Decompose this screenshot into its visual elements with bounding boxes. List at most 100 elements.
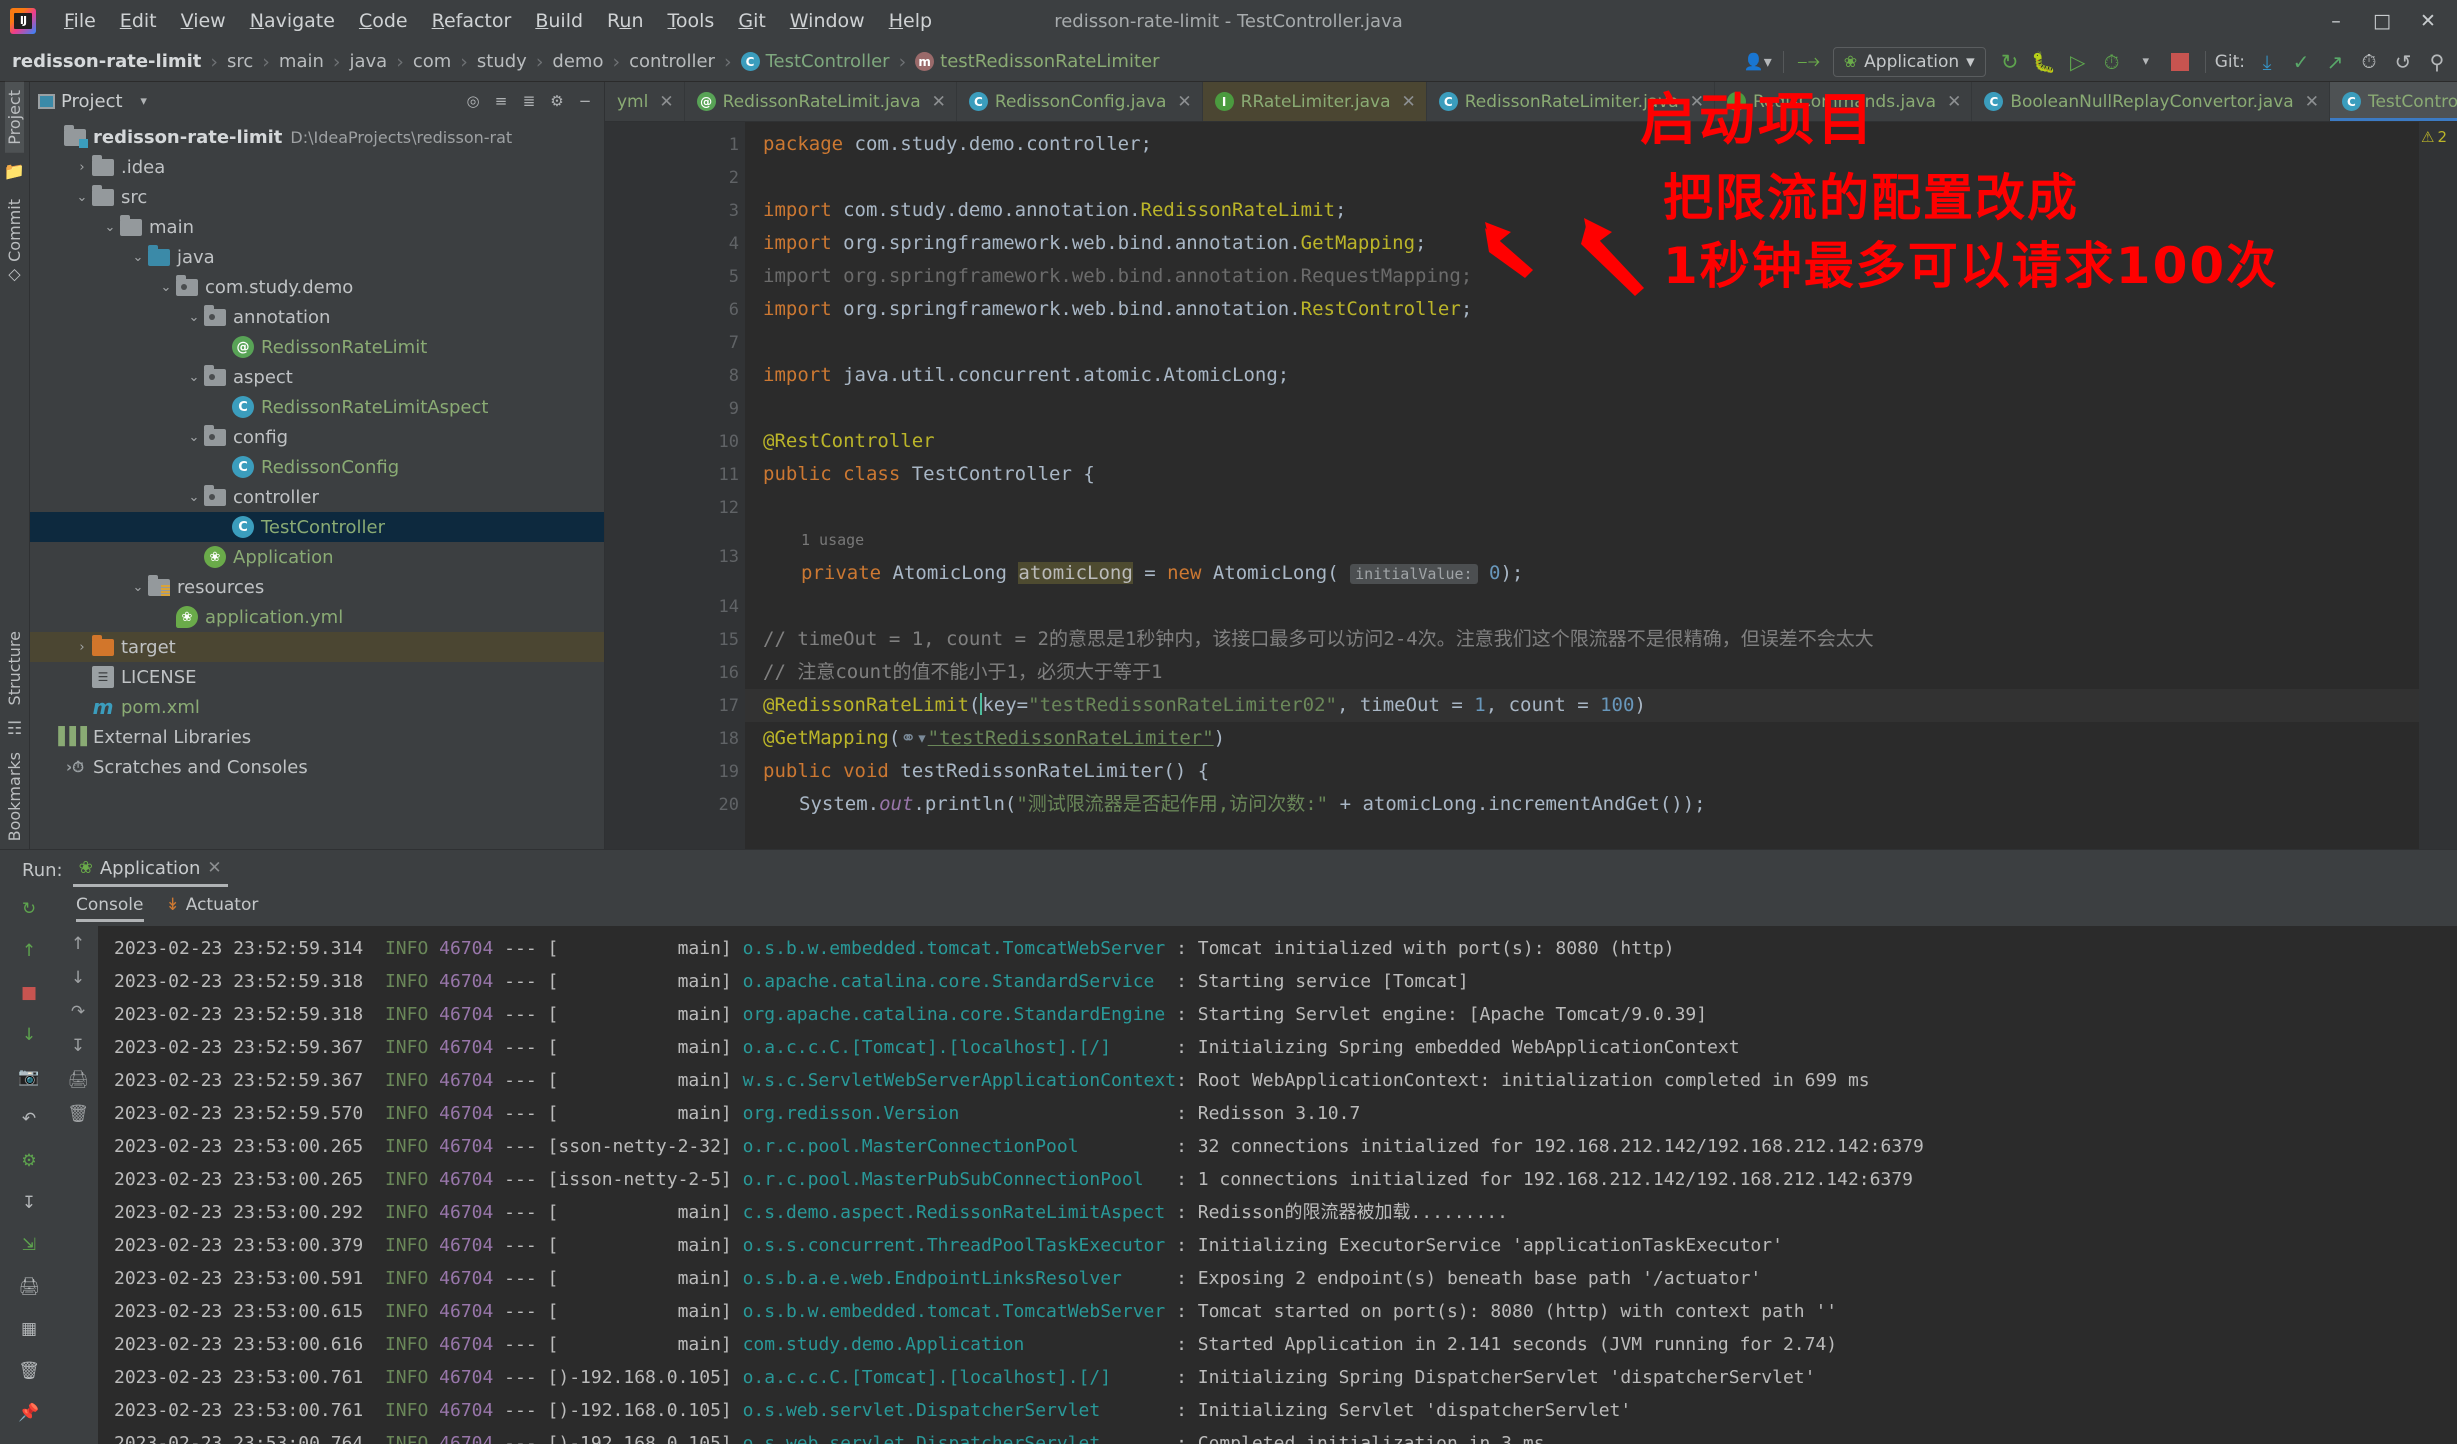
- tree-node-license[interactable]: ☰ LICENSE: [30, 662, 604, 692]
- code-line-4[interactable]: import org.springframework.web.bind.anno…: [745, 227, 2419, 260]
- menu-window[interactable]: Window: [778, 6, 877, 36]
- chevron-right-icon[interactable]: ›: [72, 160, 92, 175]
- breadcrumb-item-controller[interactable]: controller: [629, 51, 715, 72]
- hide-panel-icon[interactable]: −: [574, 90, 596, 112]
- expand-all-icon[interactable]: ≣: [518, 90, 540, 112]
- menu-tools[interactable]: Tools: [656, 6, 727, 36]
- pin-icon[interactable]: 📌: [12, 1398, 46, 1428]
- gutter-line-14[interactable]: 14: [605, 590, 745, 623]
- git-update-icon[interactable]: ⤓: [2251, 47, 2283, 77]
- tree-node-redissonratelimitaspect[interactable]: C RedissonRateLimitAspect: [30, 392, 604, 422]
- breadcrumb-item-class[interactable]: C TestController: [740, 51, 890, 72]
- chevron-down-icon[interactable]: ⌄: [72, 190, 92, 205]
- gutter-line-19[interactable]: 19❀●: [605, 755, 774, 788]
- breadcrumb-item-com[interactable]: com: [413, 51, 451, 72]
- menu-build[interactable]: Build: [523, 6, 595, 36]
- code-line-14[interactable]: [745, 590, 2419, 623]
- tree-node-java[interactable]: ⌄ java: [30, 242, 604, 272]
- tree-node-scratches-and-consoles[interactable]: ›⏱ Scratches and Consoles: [30, 752, 604, 782]
- code-line-10[interactable]: @RestController: [745, 425, 2419, 458]
- scroll-down-arrow-icon[interactable]: ↓: [71, 968, 85, 988]
- tool-window-project[interactable]: Project: [5, 82, 24, 153]
- tree-node-target[interactable]: › target: [30, 632, 604, 662]
- profiler-icon[interactable]: ⏱: [2096, 47, 2128, 77]
- code-line-6[interactable]: import org.springframework.web.bind.anno…: [745, 293, 2419, 326]
- gutter-line-20[interactable]: 20: [605, 788, 745, 821]
- tree-node-com-study-demo[interactable]: ⌄ com.study.demo: [30, 272, 604, 302]
- chevron-down-icon[interactable]: ⌄: [184, 430, 204, 445]
- menu-help[interactable]: Help: [877, 6, 944, 36]
- editor-tab-booleannullreplayconvertor-java[interactable]: C BooleanNullReplayConvertor.java ✕: [1972, 82, 2330, 121]
- maximize-button[interactable]: □: [2359, 0, 2405, 42]
- tree-node-annotation[interactable]: ⌄ annotation: [30, 302, 604, 332]
- user-accounts-icon[interactable]: 👤▾: [1742, 47, 1774, 77]
- run-configuration-selector[interactable]: ❀ Application ▾: [1832, 46, 1986, 77]
- tool-window-structure[interactable]: Structure: [5, 623, 24, 713]
- code-line-20[interactable]: System.out.println("测试限流器是否起作用,访问次数:" + …: [745, 788, 2419, 821]
- stop-button[interactable]: [2164, 47, 2196, 77]
- close-icon[interactable]: ✕: [1177, 92, 1191, 112]
- git-commit-icon[interactable]: ✓: [2285, 47, 2317, 77]
- code-line-3[interactable]: import com.study.demo.annotation.Redisso…: [745, 194, 2419, 227]
- tree-node-application[interactable]: ❀ Application: [30, 542, 604, 572]
- git-rollback-icon[interactable]: ↺: [2387, 47, 2419, 77]
- code-line-17[interactable]: @RedissonRateLimit(key="testRedissonRate…: [745, 689, 2419, 722]
- tab-actuator[interactable]: ↡ Actuator: [166, 895, 259, 922]
- tree-node-controller[interactable]: ⌄ controller: [30, 482, 604, 512]
- gutter-line-1[interactable]: 1: [605, 128, 745, 161]
- chevron-down-icon[interactable]: ⌄: [184, 490, 204, 505]
- menu-edit[interactable]: Edit: [108, 6, 169, 36]
- gutter-line-5[interactable]: 5: [605, 260, 745, 293]
- chevron-down-icon[interactable]: ⌄: [100, 220, 120, 235]
- breadcrumb-item-demo[interactable]: demo: [552, 51, 603, 72]
- tree-node-redisson-rate-limit[interactable]: redisson-rate-limit D:\IdeaProjects\redis…: [30, 122, 604, 152]
- close-icon[interactable]: ✕: [2305, 92, 2319, 112]
- gutter-line-12[interactable]: 12: [605, 491, 745, 524]
- gutter-line-17[interactable]: 17⊟: [605, 689, 769, 722]
- menu-file[interactable]: File: [52, 6, 108, 36]
- code-line-5[interactable]: import org.springframework.web.bind.anno…: [745, 260, 2419, 293]
- gear-icon[interactable]: ⚙: [546, 90, 568, 112]
- close-icon[interactable]: ✕: [659, 92, 673, 112]
- menu-code[interactable]: Code: [347, 6, 420, 36]
- chevron-down-icon[interactable]: ⌄: [128, 250, 148, 265]
- code-line-16[interactable]: // 注意count的值不能小于1，必须大于等于1: [745, 656, 2419, 689]
- editor-tab-redissonconfig-java[interactable]: C RedissonConfig.java ✕: [957, 82, 1203, 121]
- locate-target-icon[interactable]: ◎: [462, 90, 484, 112]
- search-icon[interactable]: ⚲: [2421, 47, 2453, 77]
- scroll-up-arrow-icon[interactable]: ↑: [71, 934, 85, 954]
- gutter-line-3[interactable]: 3⊟: [605, 194, 768, 227]
- tool-window-bookmarks[interactable]: Bookmarks: [5, 744, 24, 849]
- project-tree[interactable]: redisson-rate-limit D:\IdeaProjects\redis…: [30, 120, 604, 829]
- editor-tab-redissonratelimiter-java[interactable]: C RedissonRateLimiter.java ✕: [1427, 82, 1715, 121]
- menu-git[interactable]: Git: [726, 6, 777, 36]
- print-console-icon[interactable]: 🖨: [67, 1070, 89, 1090]
- tree-node--idea[interactable]: › .idea: [30, 152, 604, 182]
- console-log-output[interactable]: 2023-02-23 23:52:59.314 INFO 46704 --- […: [98, 926, 2457, 1444]
- build-hammer-icon[interactable]: ⤍: [1793, 47, 1825, 77]
- tree-node-application-yml[interactable]: ❀ application.yml: [30, 602, 604, 632]
- gutter-line-16[interactable]: 16⊟: [605, 656, 769, 689]
- code-line-19[interactable]: public void testRedissonRateLimiter() {: [745, 755, 2419, 788]
- code-line-7[interactable]: [745, 326, 2419, 359]
- trash-icon[interactable]: 🗑: [12, 1356, 46, 1386]
- folder-icon[interactable]: 📁: [0, 157, 32, 187]
- code-line-13[interactable]: 1 usage private AtomicLong atomicLong = n…: [745, 524, 2419, 590]
- menu-refactor[interactable]: Refactor: [420, 6, 524, 36]
- tree-node-pom-xml[interactable]: m pom.xml: [30, 692, 604, 722]
- thread-dump-icon[interactable]: ⚙: [12, 1146, 46, 1176]
- tab-console[interactable]: Console: [76, 895, 144, 922]
- menu-view[interactable]: View: [169, 6, 238, 36]
- close-icon[interactable]: ✕: [1947, 92, 1961, 112]
- close-icon[interactable]: ✕: [207, 858, 221, 878]
- export-icon[interactable]: ⇲: [12, 1230, 46, 1260]
- tree-node-src[interactable]: ⌄ src: [30, 182, 604, 212]
- scroll-down-icon[interactable]: ↓: [12, 1020, 46, 1050]
- gutter-line-8[interactable]: 8⊟: [605, 359, 768, 392]
- close-button[interactable]: ✕: [2405, 0, 2451, 42]
- gutter-line-9[interactable]: 9: [605, 392, 745, 425]
- usage-hint[interactable]: 1 usage: [763, 524, 2419, 557]
- minimize-button[interactable]: –: [2313, 0, 2359, 42]
- chevron-down-icon[interactable]: ▾: [133, 90, 155, 112]
- git-history-icon[interactable]: ⏱: [2353, 47, 2385, 77]
